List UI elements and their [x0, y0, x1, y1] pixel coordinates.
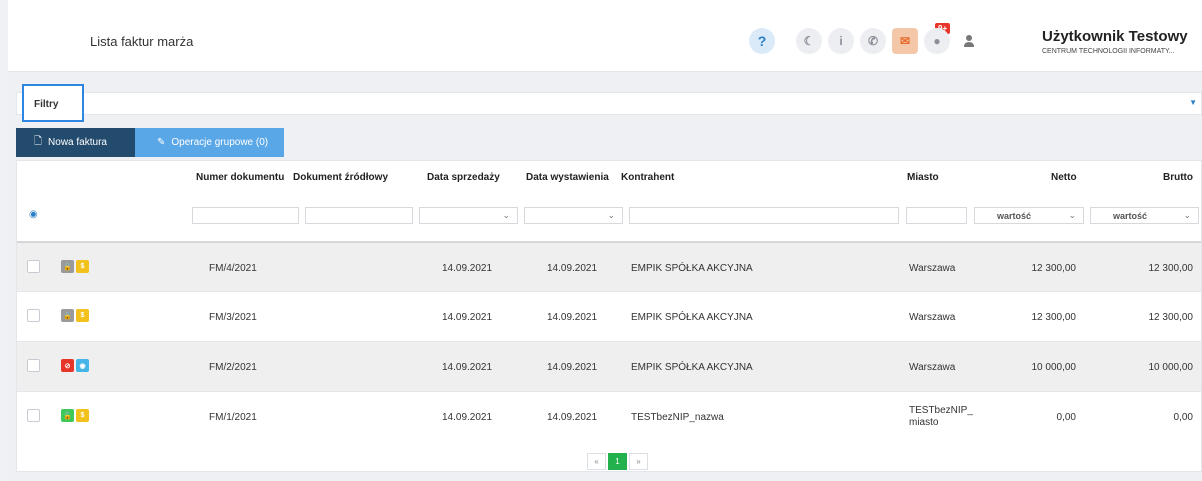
document-icon: 🗋: [34, 136, 43, 147]
cell-data-sprzedazy: 14.09.2021: [442, 263, 493, 274]
phone-icon[interactable]: ✆: [860, 28, 886, 54]
table-row[interactable]: ⊘ ◉ FM/2/2021 14.09.2021 14.09.2021 EMPIK SPÓ…: [17, 341, 1201, 391]
cell-netto: 0,00: [1056, 412, 1076, 423]
filter-netto-value: wartość: [997, 211, 1032, 221]
col-data-sprzedazy[interactable]: Data sprzedaży: [427, 172, 500, 183]
cell-miasto: Warszawa: [909, 263, 956, 274]
filters-toggle[interactable]: Filtry: [22, 84, 84, 122]
globe-icon[interactable]: ●: [924, 28, 950, 54]
invoice-table: Numer dokumentu Dokument źródłowy Data s…: [16, 160, 1202, 472]
sidebar-edge: [0, 0, 8, 481]
cell-data-wystawienia: 14.09.2021: [547, 312, 598, 323]
filter-netto[interactable]: wartość ⌄: [974, 207, 1084, 224]
filter-kontrahent[interactable]: [629, 207, 899, 224]
page-next[interactable]: »: [629, 453, 648, 470]
chevron-down-icon: ⌄: [502, 210, 510, 220]
cell-kontrahent: TESTbezNIP_nazwa: [631, 412, 724, 423]
lock-icon[interactable]: 🔒: [61, 309, 74, 322]
pagination: « 1 »: [587, 453, 648, 470]
col-data-wystawienia[interactable]: Data wystawienia: [526, 172, 609, 183]
cell-data-wystawienia: 14.09.2021: [547, 412, 598, 423]
cell-netto: 10 000,00: [1031, 362, 1077, 373]
page-title: Lista faktur marża: [90, 34, 194, 49]
cell-netto: 12 300,00: [1031, 263, 1077, 274]
lock-icon[interactable]: 🔒: [61, 260, 74, 273]
cell-kontrahent: EMPIK SPÓŁKA AKCYJNA: [631, 312, 753, 323]
filter-zrodlowy[interactable]: [305, 207, 413, 224]
help-icon[interactable]: ?: [749, 28, 775, 54]
col-numer[interactable]: Numer dokumentu: [196, 172, 284, 183]
row-checkbox[interactable]: [27, 309, 40, 322]
dollar-icon[interactable]: $: [76, 409, 89, 422]
cell-numer[interactable]: FM/3/2021: [209, 312, 257, 323]
cell-data-sprzedazy: 14.09.2021: [442, 312, 493, 323]
user-org: CENTRUM TECHNOLOGII INFORMATY...: [1042, 48, 1175, 55]
cell-data-sprzedazy: 14.09.2021: [442, 412, 493, 423]
filter-brutto-value: wartość: [1113, 211, 1148, 221]
cell-miasto: Warszawa: [909, 312, 956, 323]
row-checkbox[interactable]: [27, 359, 40, 372]
col-kontrahent[interactable]: Kontrahent: [621, 172, 674, 183]
cell-miasto: TESTbezNIP_ miasto: [909, 405, 973, 428]
filter-data-wystawienia[interactable]: ⌄: [524, 207, 623, 224]
chevron-down-icon[interactable]: ▼: [1189, 98, 1197, 107]
dollar-icon[interactable]: $: [76, 260, 89, 273]
info-icon[interactable]: i: [828, 28, 854, 54]
group-operations-button[interactable]: ✎ Operacje grupowe (0): [135, 128, 284, 157]
unlock-icon[interactable]: 🔓: [61, 409, 74, 422]
filter-brutto[interactable]: wartość ⌄: [1090, 207, 1199, 224]
eye-icon[interactable]: ◉: [76, 359, 89, 372]
chevron-down-icon: ⌄: [607, 210, 615, 220]
dollar-icon[interactable]: $: [76, 309, 89, 322]
row-checkbox[interactable]: [27, 260, 40, 273]
table-row[interactable]: 🔓 $ FM/1/2021 14.09.2021 14.09.2021 TESTbezNI…: [17, 391, 1201, 441]
cell-numer[interactable]: FM/4/2021: [209, 263, 257, 274]
col-miasto[interactable]: Miasto: [907, 172, 939, 183]
cell-netto: 12 300,00: [1031, 312, 1077, 323]
table-row[interactable]: 🔒 $ FM/4/2021 14.09.2021 14.09.2021 EMPIK SPÓ…: [17, 241, 1201, 291]
cell-data-wystawienia: 14.09.2021: [547, 362, 598, 373]
cell-miasto: Warszawa: [909, 362, 956, 373]
user-icon[interactable]: [956, 28, 982, 54]
eye-icon[interactable]: ◉: [29, 209, 38, 220]
filter-miasto[interactable]: [906, 207, 967, 224]
table-row[interactable]: 🔒 $ FM/3/2021 14.09.2021 14.09.2021 EMPIK SPÓ…: [17, 291, 1201, 341]
col-zrodlowy[interactable]: Dokument źródłowy: [293, 172, 388, 183]
new-invoice-button[interactable]: 🗋 Nowa faktura: [16, 128, 135, 157]
cell-numer[interactable]: FM/2/2021: [209, 362, 257, 373]
ban-icon[interactable]: ⊘: [61, 359, 74, 372]
cell-brutto: 0,00: [1173, 412, 1193, 423]
page-current[interactable]: 1: [608, 453, 627, 470]
col-brutto[interactable]: Brutto: [1163, 172, 1193, 183]
cell-kontrahent: EMPIK SPÓŁKA AKCYJNA: [631, 362, 753, 373]
new-invoice-label: Nowa faktura: [48, 137, 107, 148]
cell-brutto: 12 300,00: [1148, 312, 1194, 323]
filter-data-sprzedazy[interactable]: ⌄: [419, 207, 518, 224]
page-prev[interactable]: «: [587, 453, 606, 470]
mail-icon[interactable]: ✉: [892, 28, 918, 54]
cell-brutto: 12 300,00: [1148, 263, 1194, 274]
cell-brutto: 10 000,00: [1148, 362, 1194, 373]
topbar: Lista faktur marża ? ☾ i ✆ ✉ 9+ ● Użytko…: [8, 0, 1202, 72]
row-checkbox[interactable]: [27, 409, 40, 422]
user-name[interactable]: Użytkownik Testowy: [1042, 28, 1188, 45]
main-area: Lista faktur marża ? ☾ i ✆ ✉ 9+ ● Użytko…: [8, 0, 1202, 481]
cell-numer[interactable]: FM/1/2021: [209, 412, 257, 423]
cell-kontrahent: EMPIK SPÓŁKA AKCYJNA: [631, 263, 753, 274]
chevron-down-icon: ⌄: [1183, 210, 1191, 220]
cell-data-sprzedazy: 14.09.2021: [442, 362, 493, 373]
chevron-down-icon: ⌄: [1068, 210, 1076, 220]
filter-bar[interactable]: ▼: [16, 92, 1202, 115]
group-operations-label: Operacje grupowe (0): [171, 137, 269, 148]
col-netto[interactable]: Netto: [1051, 172, 1077, 183]
moon-icon[interactable]: ☾: [796, 28, 822, 54]
filter-row: ◉ ⌄ ⌄ wartość ⌄ wartość ⌄: [17, 189, 1201, 241]
cell-data-wystawienia: 14.09.2021: [547, 263, 598, 274]
filter-numer[interactable]: [192, 207, 299, 224]
edit-icon: ✎: [157, 137, 166, 148]
